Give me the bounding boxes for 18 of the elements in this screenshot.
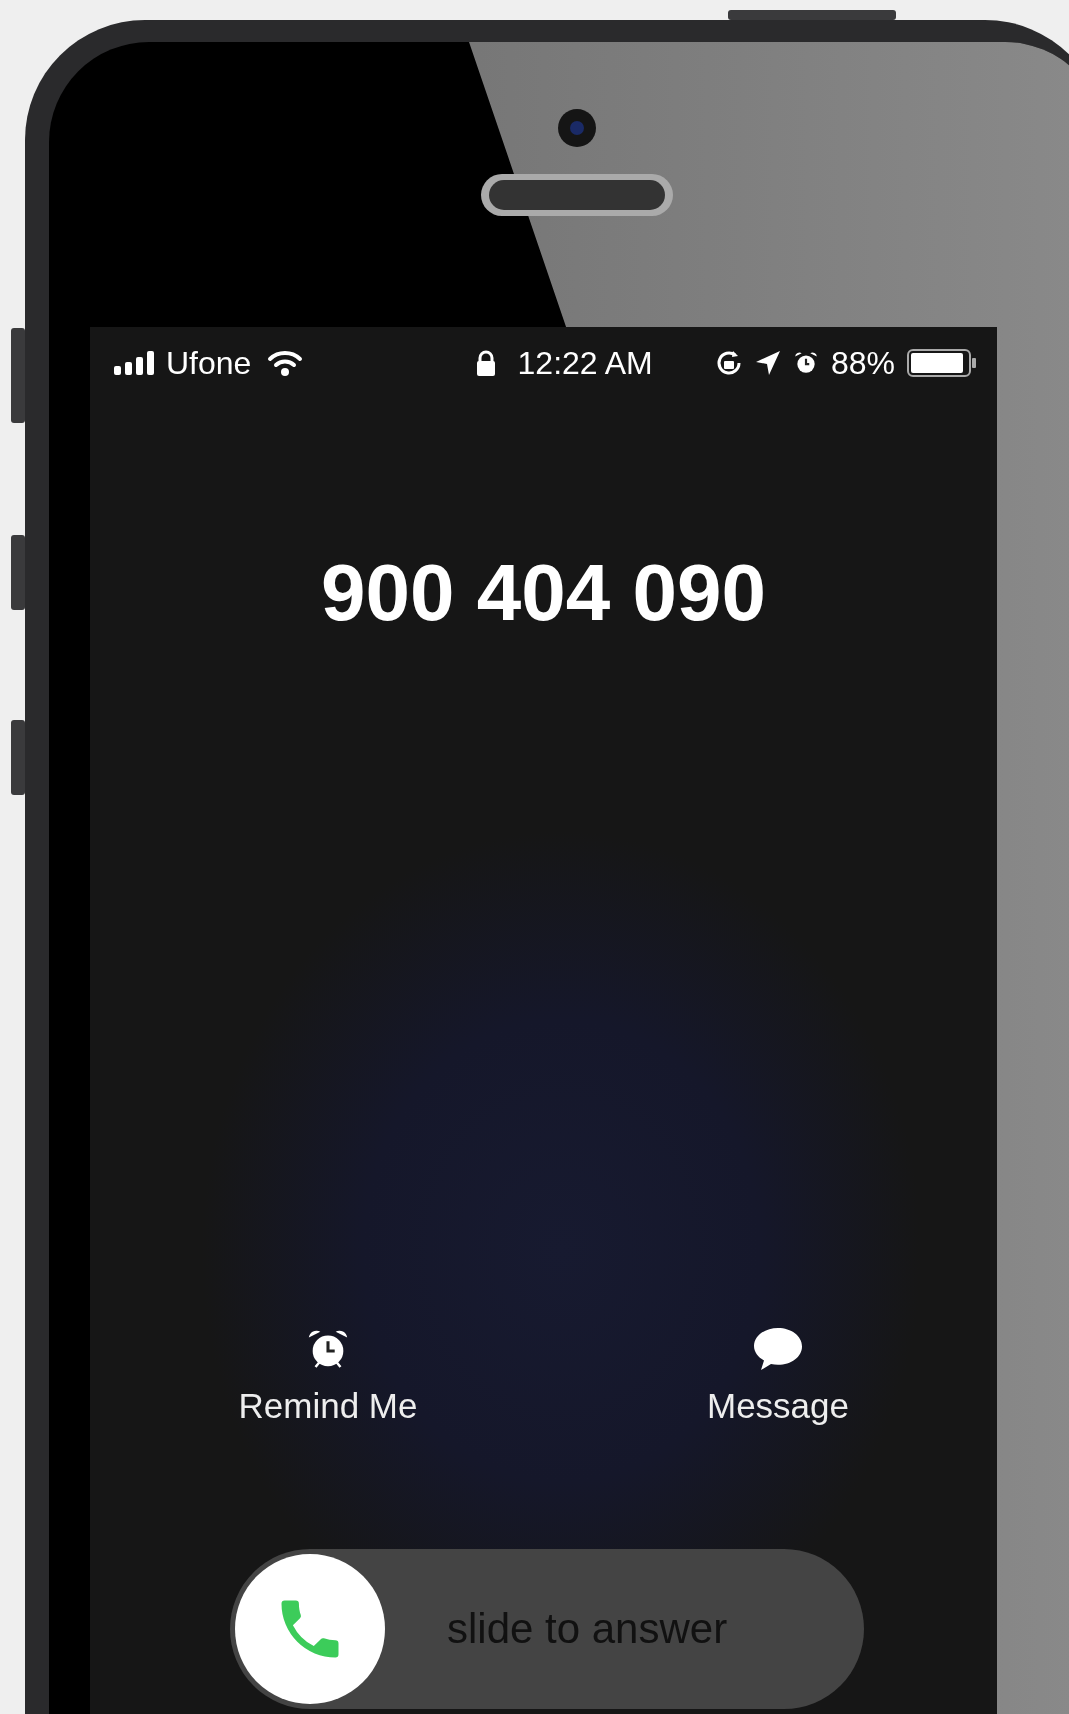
top-button[interactable] — [728, 10, 896, 20]
clock-time: 12:22 AM — [517, 344, 653, 382]
side-button[interactable] — [11, 720, 25, 795]
message-button[interactable]: Message — [628, 1326, 928, 1426]
wifi-icon — [267, 349, 304, 377]
speech-bubble-icon — [752, 1326, 804, 1372]
battery-percent: 88% — [830, 344, 895, 382]
battery-icon — [907, 348, 977, 378]
front-camera — [557, 108, 597, 148]
rotation-lock-icon — [714, 349, 743, 377]
carrier-name: Ufone — [166, 344, 252, 382]
signal-icon — [114, 351, 156, 375]
side-button[interactable] — [11, 328, 25, 423]
side-button[interactable] — [11, 535, 25, 610]
lock-icon — [475, 350, 496, 376]
remind-me-button[interactable]: Remind Me — [178, 1326, 478, 1426]
location-arrow-icon — [754, 350, 781, 376]
caller-number: 900 404 090 — [320, 547, 767, 639]
